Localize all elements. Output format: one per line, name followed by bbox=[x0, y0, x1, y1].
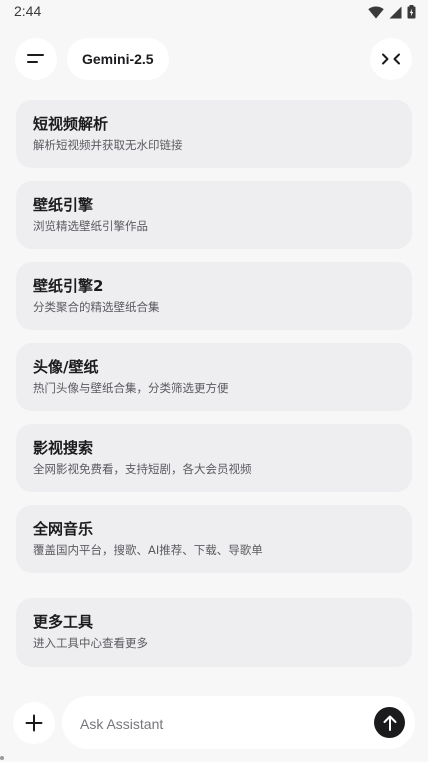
plus-icon bbox=[25, 714, 43, 732]
tool-card-title: 壁纸引擎2 bbox=[33, 277, 104, 295]
tool-card-video-search[interactable]: 影视搜索 全网影视免费看，支持短剧，各大会员视频 bbox=[16, 424, 412, 492]
tool-card-music[interactable]: 全网音乐 覆盖国内平台，搜歌、AI推荐、下载、导歌单 bbox=[16, 505, 412, 573]
status-bar: 2:44 bbox=[0, 0, 428, 24]
tool-card-subtitle: 进入工具中心查看更多 bbox=[33, 636, 148, 650]
tool-card-title: 全网音乐 bbox=[33, 520, 94, 538]
tool-card-subtitle: 解析短视频并获取无水印链接 bbox=[33, 138, 183, 152]
tool-card-title: 短视频解析 bbox=[33, 115, 109, 133]
menu-button[interactable] bbox=[15, 38, 57, 80]
status-time: 2:44 bbox=[14, 3, 42, 19]
tool-card-subtitle: 分类聚合的精选壁纸合集 bbox=[33, 300, 160, 314]
add-attachment-button[interactable] bbox=[13, 702, 55, 744]
tool-card-more-tools[interactable]: 更多工具 进入工具中心查看更多 bbox=[16, 598, 412, 667]
status-icons bbox=[368, 5, 416, 19]
gesture-indicator-dot bbox=[0, 756, 4, 760]
send-button[interactable] bbox=[374, 707, 405, 738]
tool-card-avatar-wallpaper[interactable]: 头像/壁纸 热门头像与壁纸合集，分类筛选更方便 bbox=[16, 343, 412, 411]
signal-icon bbox=[389, 6, 402, 18]
ask-input[interactable] bbox=[78, 696, 372, 751]
ask-composer bbox=[62, 696, 415, 751]
tool-card-title: 更多工具 bbox=[33, 613, 94, 631]
battery-icon bbox=[407, 5, 416, 19]
tool-card-short-video[interactable]: 短视频解析 解析短视频并获取无水印链接 bbox=[16, 100, 412, 168]
tool-card-subtitle: 覆盖国内平台，搜歌、AI推荐、下载、导歌单 bbox=[33, 543, 263, 557]
menu-icon bbox=[27, 54, 44, 63]
app-screen: 2:44 Gemini-2.5 短视频解析 解析短视频并获取无水印链接 壁纸引擎… bbox=[0, 0, 428, 762]
wifi-icon bbox=[368, 6, 384, 18]
collapse-button[interactable] bbox=[370, 38, 412, 80]
model-name: Gemini-2.5 bbox=[82, 51, 154, 67]
tool-card-title: 头像/壁纸 bbox=[33, 358, 99, 376]
tool-card-wallpaper-engine-2[interactable]: 壁纸引擎2 分类聚合的精选壁纸合集 bbox=[16, 262, 412, 330]
tool-card-title: 影视搜索 bbox=[33, 439, 94, 457]
tool-card-subtitle: 热门头像与壁纸合集，分类筛选更方便 bbox=[33, 381, 229, 395]
collapse-arrows-icon bbox=[382, 53, 400, 65]
tool-card-wallpaper-engine[interactable]: 壁纸引擎 浏览精选壁纸引擎作品 bbox=[16, 181, 412, 249]
tool-card-subtitle: 全网影视免费看，支持短剧，各大会员视频 bbox=[33, 462, 252, 476]
tool-card-subtitle: 浏览精选壁纸引擎作品 bbox=[33, 219, 148, 233]
tool-card-title: 壁纸引擎 bbox=[33, 196, 94, 214]
arrow-up-icon bbox=[383, 715, 396, 731]
model-selector[interactable]: Gemini-2.5 bbox=[67, 38, 169, 80]
